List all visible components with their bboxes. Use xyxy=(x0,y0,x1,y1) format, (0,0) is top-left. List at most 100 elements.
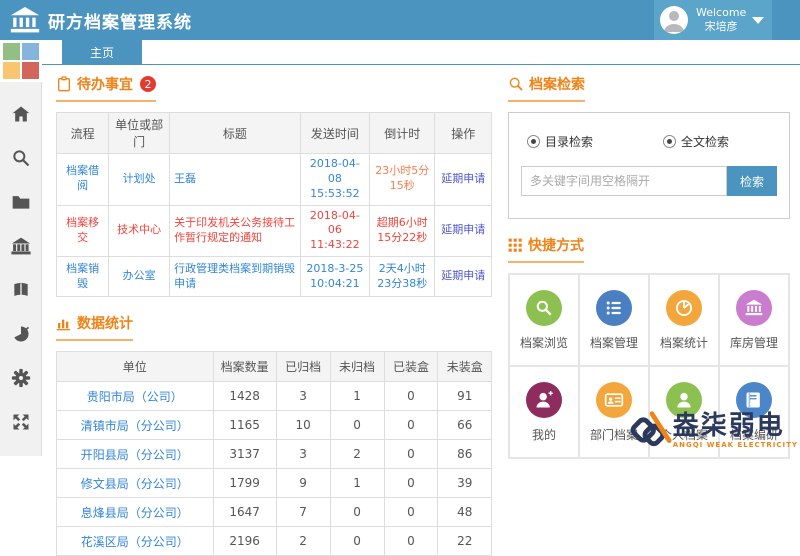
stat-value: 1165 xyxy=(213,411,276,440)
search-title: 档案检索 xyxy=(529,74,585,94)
col-process: 流程 xyxy=(57,113,109,154)
col-boxed: 已装盒 xyxy=(384,352,438,382)
stat-value: 86 xyxy=(438,440,492,469)
pie-chart-icon[interactable] xyxy=(11,324,31,344)
shortcut-label: 档案统计 xyxy=(660,334,708,351)
user-menu[interactable]: Welcome 宋培彦 xyxy=(654,0,772,40)
book-icon xyxy=(744,390,764,410)
todo-row: 档案借阅 计划处 王磊 2018-04-08 15:53:52 23小时5分15… xyxy=(57,154,492,206)
expand-icon[interactable] xyxy=(11,412,31,432)
search-icon xyxy=(508,76,524,92)
shortcut-archive-stats[interactable]: 档案统计 xyxy=(649,274,719,366)
delay-request-link[interactable]: 延期申请 xyxy=(435,257,492,297)
unit-link[interactable]: 开阳县局（分公司） xyxy=(57,440,214,469)
radio-fulltext-label: 全文检索 xyxy=(681,133,729,150)
shortcut-label: 库房管理 xyxy=(730,334,778,351)
stat-value: 7 xyxy=(276,498,330,527)
col-subject: 标题 xyxy=(170,113,301,154)
shortcut-my[interactable]: 我的 xyxy=(509,366,579,458)
col-unit: 单位 xyxy=(57,352,214,382)
stats-row: 贵阳市局（公司） 1428 3 1 0 91 xyxy=(57,382,492,411)
todo-countdown: 23小时5分15秒 xyxy=(370,154,435,206)
stat-value: 2 xyxy=(276,527,330,556)
stat-value: 0 xyxy=(384,440,438,469)
book-icon[interactable] xyxy=(11,280,31,300)
todo-subject-link[interactable]: 行政管理类档案到期销毁申请 xyxy=(170,257,301,297)
shortcut-label: 档案管理 xyxy=(590,334,638,351)
col-total: 档案数量 xyxy=(213,352,276,382)
stat-value: 0 xyxy=(384,411,438,440)
stats-header-row: 单位 档案数量 已归档 未归档 已装盒 未装盒 xyxy=(57,352,492,382)
username: 宋培彦 xyxy=(696,20,746,34)
stat-value: 22 xyxy=(438,527,492,556)
avatar xyxy=(660,6,688,34)
bar-chart-icon xyxy=(56,315,72,331)
col-time: 发送时间 xyxy=(300,113,370,154)
person-plus-icon xyxy=(534,390,554,410)
delay-request-link[interactable]: 延期申请 xyxy=(435,205,492,257)
search-icon xyxy=(534,298,554,318)
radio-catalog-search[interactable]: 目录检索 xyxy=(527,133,593,150)
chevron-down-icon xyxy=(752,17,764,24)
grid-dots-icon xyxy=(508,238,523,253)
stat-value: 0 xyxy=(330,527,384,556)
vendor-name-cn: 盎柒弱电 xyxy=(673,413,798,439)
shortcut-archive-browse[interactable]: 档案浏览 xyxy=(509,274,579,366)
search-input[interactable] xyxy=(521,166,727,196)
todo-subject-link[interactable]: 王磊 xyxy=(170,154,301,206)
app-header: 研方档案管理系统 Welcome 宋培彦 xyxy=(0,0,800,40)
search-icon[interactable] xyxy=(11,148,31,168)
todo-process: 档案移交 xyxy=(57,205,109,257)
todo-subject-link[interactable]: 关于印发机关公务接待工作暂行规定的通知 xyxy=(170,205,301,257)
bank-icon[interactable] xyxy=(11,236,31,256)
radio-fulltext-search[interactable]: 全文检索 xyxy=(663,133,729,150)
tab-bar: 主页 xyxy=(42,40,800,65)
shortcut-label: 档案浏览 xyxy=(520,334,568,351)
delay-request-link[interactable]: 延期申请 xyxy=(435,154,492,206)
list-icon xyxy=(604,298,624,318)
col-countdown: 倒计时 xyxy=(370,113,435,154)
bank-logo-icon xyxy=(10,7,40,33)
unit-link[interactable]: 修文县局（分公司） xyxy=(57,469,214,498)
todo-dept: 办公室 xyxy=(109,257,170,297)
stats-row: 清镇市局（分公司） 1165 10 0 0 66 xyxy=(57,411,492,440)
shortcuts-title: 快捷方式 xyxy=(528,235,584,255)
stat-value: 66 xyxy=(438,411,492,440)
todo-process: 档案借阅 xyxy=(57,154,109,206)
tab-home[interactable]: 主页 xyxy=(62,40,142,65)
search-panel: 目录检索 全文检索 检索 xyxy=(508,112,790,219)
todo-section-title: 待办事宜 2 xyxy=(56,74,156,102)
unit-link[interactable]: 息烽县局（分公司） xyxy=(57,498,214,527)
col-dept: 单位或部门 xyxy=(109,113,170,154)
col-unboxed: 未装盒 xyxy=(438,352,492,382)
vendor-logo-icon xyxy=(627,408,673,454)
stat-value: 2 xyxy=(330,440,384,469)
search-button[interactable]: 检索 xyxy=(727,166,777,196)
main-content: 待办事宜 2 流程 单位或部门 标题 发送时间 倒计时 操作 档案借阅 计划处 xyxy=(42,66,800,456)
stat-value: 1799 xyxy=(213,469,276,498)
shortcut-archive-manage[interactable]: 档案管理 xyxy=(579,274,649,366)
home-icon[interactable] xyxy=(11,104,31,124)
stat-value: 3137 xyxy=(213,440,276,469)
radio-icon xyxy=(663,135,676,148)
unit-link[interactable]: 花溪区局（分公司） xyxy=(57,527,214,556)
app-title: 研方档案管理系统 xyxy=(48,8,192,33)
gear-icon[interactable] xyxy=(11,368,31,388)
stat-value: 0 xyxy=(384,382,438,411)
unit-link[interactable]: 贵阳市局（公司） xyxy=(57,382,214,411)
folder-icon[interactable] xyxy=(11,192,31,212)
vendor-name-en: ANGQI WEAK ELECTRICITY xyxy=(673,442,798,449)
stat-value: 1647 xyxy=(213,498,276,527)
unit-link[interactable]: 清镇市局（分公司） xyxy=(57,411,214,440)
stats-row: 修文县局（分公司） 1799 9 1 0 39 xyxy=(57,469,492,498)
bank-icon xyxy=(744,298,764,318)
todo-process: 档案销毁 xyxy=(57,257,109,297)
pie-chart-icon xyxy=(674,298,694,318)
stat-value: 0 xyxy=(384,469,438,498)
stats-title: 数据统计 xyxy=(77,313,133,333)
stat-value: 1 xyxy=(330,382,384,411)
shortcut-warehouse-manage[interactable]: 库房管理 xyxy=(719,274,789,366)
stat-value: 0 xyxy=(384,527,438,556)
col-unarchived: 未归档 xyxy=(330,352,384,382)
shortcut-label: 我的 xyxy=(532,426,556,443)
